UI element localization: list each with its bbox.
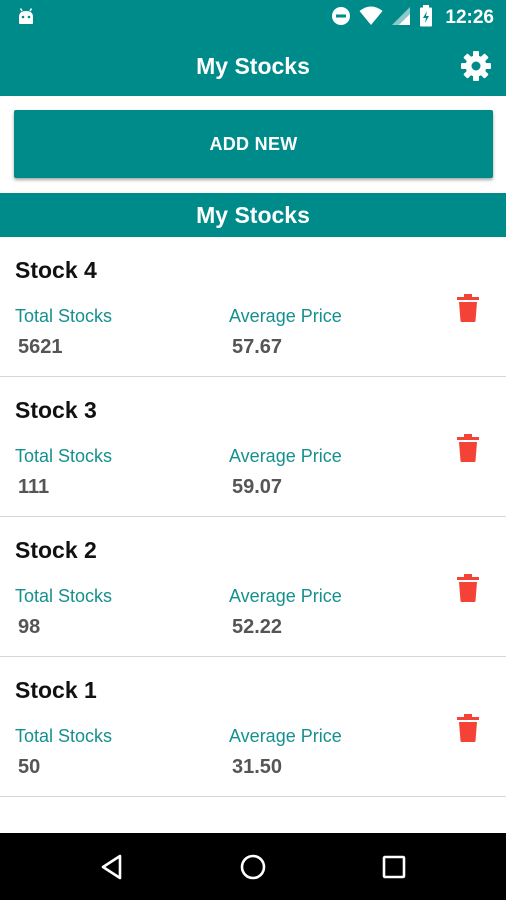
average-price-label: Average Price	[229, 446, 342, 466]
do-not-disturb-icon	[331, 6, 351, 31]
section-header: My Stocks	[0, 193, 506, 237]
total-stocks-value: 98	[18, 616, 41, 638]
trash-icon[interactable]	[456, 574, 480, 602]
average-price-value: 57.67	[232, 336, 283, 358]
stock-list: Stock 4 Total Stocks 5621 Average Price …	[0, 237, 506, 797]
stock-name: Stock 1	[15, 677, 97, 703]
total-stocks-value: 5621	[18, 336, 63, 358]
average-price-label: Average Price	[229, 306, 342, 326]
status-bar: 12:26	[0, 0, 506, 36]
trash-icon[interactable]	[456, 434, 480, 462]
recents-icon[interactable]	[378, 851, 410, 883]
android-icon	[16, 8, 36, 33]
total-stocks-value: 50	[18, 756, 41, 778]
stock-list-item[interactable]: Stock 3 Total Stocks 111 Average Price 5…	[0, 377, 506, 517]
stock-list-item[interactable]: Stock 4 Total Stocks 5621 Average Price …	[0, 237, 506, 377]
stock-name: Stock 4	[15, 257, 97, 283]
signal-icon	[391, 6, 411, 31]
trash-icon[interactable]	[456, 294, 480, 322]
trash-icon[interactable]	[456, 714, 480, 742]
home-icon[interactable]	[237, 851, 269, 883]
stock-name: Stock 2	[15, 537, 97, 563]
app-title: My Stocks	[196, 53, 310, 79]
status-time: 12:26	[445, 7, 494, 28]
wifi-icon	[359, 6, 383, 31]
total-stocks-label: Total Stocks	[15, 306, 113, 326]
total-stocks-label: Total Stocks	[15, 446, 113, 466]
battery-icon	[419, 4, 433, 32]
average-price-label: Average Price	[229, 726, 342, 746]
stock-list-item[interactable]: Stock 2 Total Stocks 98 Average Price 52…	[0, 517, 506, 657]
add-new-button[interactable]: ADD NEW	[14, 110, 493, 178]
average-price-value: 52.22	[232, 616, 283, 638]
stock-list-item[interactable]: Stock 1 Total Stocks 50 Average Price 31…	[0, 657, 506, 797]
average-price-value: 31.50	[232, 756, 283, 778]
back-icon[interactable]	[97, 851, 129, 883]
total-stocks-label: Total Stocks	[15, 726, 113, 746]
app-bar: My Stocks	[0, 36, 506, 96]
total-stocks-value: 111	[18, 476, 50, 498]
total-stocks-label: Total Stocks	[15, 586, 113, 606]
status-icons: 12:26	[331, 0, 494, 36]
average-price-value: 59.07	[232, 476, 283, 498]
navigation-bar	[0, 833, 506, 900]
stock-name: Stock 3	[15, 397, 97, 423]
average-price-label: Average Price	[229, 586, 342, 606]
gear-icon[interactable]	[460, 50, 492, 82]
